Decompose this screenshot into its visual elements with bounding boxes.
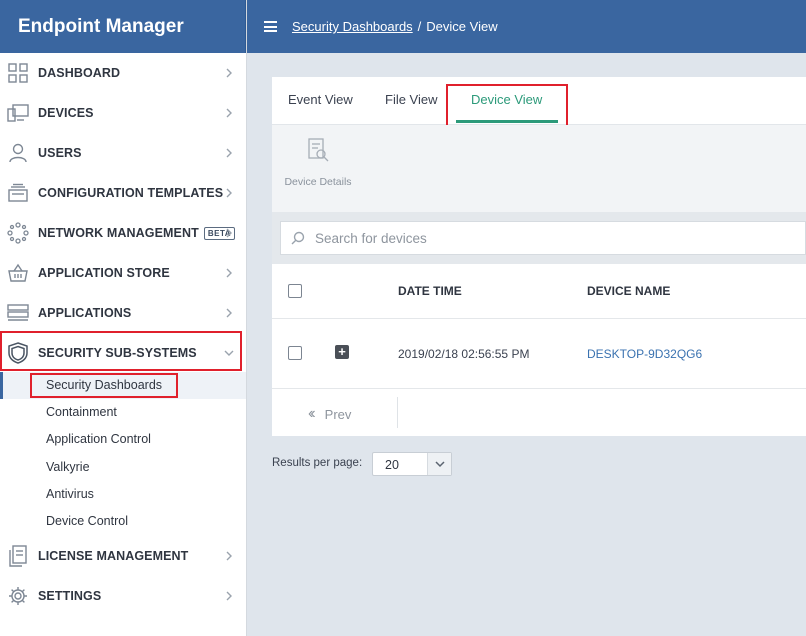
device-view-panel: Event View File View Device View Device … xyxy=(272,77,806,436)
select-all-checkbox[interactable] xyxy=(288,284,302,298)
store-basket-icon xyxy=(7,262,29,284)
devices-icon xyxy=(7,102,29,124)
pagination-divider xyxy=(397,397,398,428)
cell-device-name-link[interactable]: DESKTOP-9D32QG6 xyxy=(587,347,702,361)
chevron-right-icon xyxy=(226,591,232,601)
expand-row-plus-icon[interactable]: + xyxy=(335,345,349,359)
hamburger-menu-icon[interactable] xyxy=(264,21,277,32)
sidebar-item-users[interactable]: USERS xyxy=(0,133,246,173)
breadcrumb-current: Device View xyxy=(426,19,498,34)
license-icon xyxy=(7,545,29,567)
applications-icon xyxy=(7,302,29,324)
network-icon xyxy=(7,222,29,244)
row-checkbox[interactable] xyxy=(288,346,302,360)
column-header-device-name[interactable]: DEVICE NAME xyxy=(587,284,670,298)
top-bar: Security Dashboards / Device View xyxy=(247,0,806,53)
app-title: Endpoint Manager xyxy=(0,0,246,53)
templates-icon xyxy=(7,182,29,204)
sidebar-item-label: DEVICES xyxy=(38,106,94,120)
chevron-right-icon xyxy=(226,228,232,238)
sidebar-item-label: APPLICATION STORE xyxy=(38,266,170,280)
sidebar-item-application-store[interactable]: APPLICATION STORE xyxy=(0,253,246,293)
sidebar-item-devices[interactable]: DEVICES xyxy=(0,93,246,133)
device-details-icon xyxy=(308,138,329,162)
results-per-page-value: 20 xyxy=(385,458,399,472)
breadcrumb: Security Dashboards / Device View xyxy=(292,19,498,34)
prev-page-button[interactable]: ‹‹ Prev xyxy=(308,405,351,423)
chevron-right-icon xyxy=(226,148,232,158)
chevron-right-icon xyxy=(226,308,232,318)
search-input[interactable] xyxy=(315,230,785,246)
column-header-date-time[interactable]: DATE TIME xyxy=(398,284,462,298)
sidebar-subitem-valkyrie[interactable]: Valkyrie xyxy=(0,454,246,481)
results-per-page-label: Results per page: xyxy=(272,457,363,469)
search-bar-area xyxy=(272,212,806,264)
dashboard-grid-icon xyxy=(7,62,29,84)
sidebar-item-label: APPLICATIONS xyxy=(38,306,132,320)
user-icon xyxy=(7,142,29,164)
sidebar-item-applications[interactable]: APPLICATIONS xyxy=(0,293,246,333)
sidebar-item-label: NETWORK MANAGEMENT xyxy=(38,226,199,240)
chevron-down-icon xyxy=(427,453,451,475)
tab-file-view[interactable]: File View xyxy=(385,77,438,123)
chevron-right-icon xyxy=(226,268,232,278)
table-header: DATE TIME DEVICE NAME xyxy=(272,264,806,319)
chevron-right-icon xyxy=(226,188,232,198)
search-icon xyxy=(291,231,305,245)
results-per-page-select[interactable]: 20 xyxy=(372,452,452,476)
sidebar-item-license-management[interactable]: LICENSE MANAGEMENT xyxy=(0,536,246,576)
tab-event-view[interactable]: Event View xyxy=(288,77,353,123)
sidebar-item-dashboard[interactable]: DASHBOARD xyxy=(0,53,246,93)
sidebar: Endpoint Manager DASHBOARD DEVICES USERS… xyxy=(0,0,247,636)
gear-icon xyxy=(7,585,29,607)
highlight-security-sub-systems xyxy=(0,331,242,371)
pagination: ‹‹ Prev xyxy=(272,389,806,436)
sidebar-subitem-containment[interactable]: Containment xyxy=(0,399,246,426)
breadcrumb-link-security-dashboards[interactable]: Security Dashboards xyxy=(292,19,413,34)
sidebar-item-label: CONFIGURATION TEMPLATES xyxy=(38,186,224,200)
sidebar-item-label: USERS xyxy=(38,146,82,160)
sidebar-item-label: DASHBOARD xyxy=(38,66,121,80)
highlight-device-view-tab xyxy=(446,84,568,130)
cell-date-time: 2019/02/18 02:56:55 PM xyxy=(398,347,530,361)
search-box xyxy=(280,221,806,255)
sidebar-subitem-device-control[interactable]: Device Control xyxy=(0,508,246,535)
sidebar-subitem-application-control[interactable]: Application Control xyxy=(0,426,246,453)
toolbar: Device Details xyxy=(272,125,806,212)
chevron-right-icon xyxy=(226,68,232,78)
sidebar-item-network-management[interactable]: NETWORK MANAGEMENT BETA xyxy=(0,213,246,253)
sidebar-item-label: SETTINGS xyxy=(38,589,102,603)
sidebar-item-settings[interactable]: SETTINGS xyxy=(0,576,246,616)
device-details-label: Device Details xyxy=(284,176,352,188)
sidebar-subitem-antivirus[interactable]: Antivirus xyxy=(0,481,246,508)
double-chevron-left-icon: ‹‹ xyxy=(308,405,315,422)
table-row[interactable]: + 2019/02/18 02:56:55 PM DESKTOP-9D32QG6 xyxy=(272,319,806,389)
sidebar-item-configuration-templates[interactable]: CONFIGURATION TEMPLATES xyxy=(0,173,246,213)
tab-bar: Event View File View Device View xyxy=(272,77,806,130)
device-details-button[interactable]: Device Details xyxy=(280,137,356,188)
sidebar-item-label: LICENSE MANAGEMENT xyxy=(38,549,189,563)
prev-label: Prev xyxy=(324,406,352,422)
breadcrumb-separator: / xyxy=(417,19,422,34)
highlight-security-dashboards xyxy=(30,373,178,398)
chevron-right-icon xyxy=(226,551,232,561)
chevron-right-icon xyxy=(226,108,232,118)
